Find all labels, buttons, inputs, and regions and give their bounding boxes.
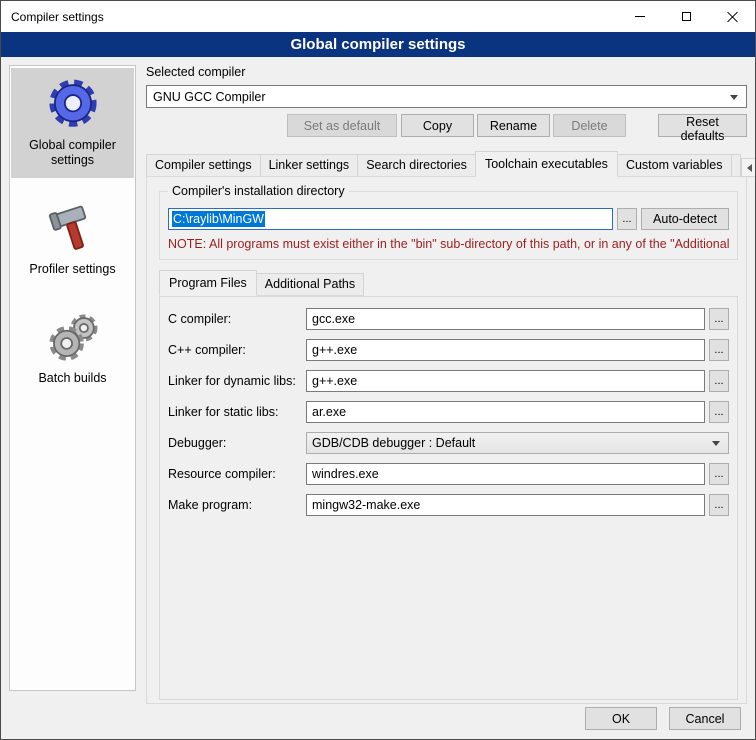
tab-additional-paths[interactable]: Additional Paths: [256, 273, 364, 296]
form-row: Debugger: GDB/CDB debugger : Default: [168, 432, 729, 454]
installation-directory-group-title: Compiler's installation directory: [168, 184, 349, 198]
selected-compiler-value: GNU GCC Compiler: [153, 90, 266, 104]
profiler-tool-icon: [42, 200, 104, 258]
program-files-tabstrip: Program Files Additional Paths: [159, 270, 738, 296]
form-row: Resource compiler: windres.exe ...: [168, 463, 729, 485]
chevron-down-icon: [730, 95, 738, 100]
tab-search-directories[interactable]: Search directories: [357, 154, 476, 177]
close-button[interactable]: [709, 1, 755, 32]
field-value: g++.exe: [312, 374, 357, 388]
compiler-button-row: Set as default Copy Rename Delete Reset …: [146, 114, 747, 137]
dialog-footer: OK Cancel: [585, 707, 741, 730]
field-value: gcc.exe: [312, 312, 355, 326]
sidebar-item-global-compiler-settings[interactable]: Global compiler settings: [11, 68, 134, 178]
sidebar-item-batch-builds[interactable]: Batch builds: [11, 301, 134, 396]
installation-directory-row: C:\raylib\MinGW ... Auto-detect: [168, 208, 729, 230]
debugger-label: Debugger:: [168, 436, 306, 450]
program-files-panel: C compiler: gcc.exe ... C++ compiler: g+…: [159, 296, 738, 700]
browse-c-compiler-button[interactable]: ...: [709, 308, 729, 330]
main-panel: Selected compiler GNU GCC Compiler Set a…: [146, 65, 747, 704]
field-value: g++.exe: [312, 343, 357, 357]
copy-button[interactable]: Copy: [401, 114, 474, 137]
window-title: Compiler settings: [11, 10, 104, 24]
browse-linker-static-button[interactable]: ...: [709, 401, 729, 423]
cpp-compiler-field[interactable]: g++.exe: [306, 339, 705, 361]
resource-compiler-label: Resource compiler:: [168, 467, 306, 481]
debugger-select[interactable]: GDB/CDB debugger : Default: [306, 432, 729, 454]
maximize-icon: [682, 12, 691, 21]
tab-scroll-left-icon: [747, 164, 752, 172]
page-title: Global compiler settings: [1, 32, 755, 57]
tab-toolchain-executables[interactable]: Toolchain executables: [475, 151, 618, 177]
debugger-value: GDB/CDB debugger : Default: [312, 436, 475, 450]
linker-static-field[interactable]: ar.exe: [306, 401, 705, 423]
rename-button[interactable]: Rename: [477, 114, 550, 137]
gray-gears-icon: [42, 309, 104, 367]
sidebar-item-profiler-settings[interactable]: Profiler settings: [11, 192, 134, 287]
make-program-label: Make program:: [168, 498, 306, 512]
bin-subdirectory-note: NOTE: All programs must exist either in …: [168, 237, 729, 251]
maximize-button[interactable]: [663, 1, 709, 32]
selected-compiler-dropdown[interactable]: GNU GCC Compiler: [146, 85, 747, 108]
tab-custom-variables[interactable]: Custom variables: [617, 154, 732, 177]
field-value: windres.exe: [312, 467, 379, 481]
settings-sidebar: Global compiler settings Profiler settin…: [9, 65, 136, 691]
selected-compiler-label: Selected compiler: [146, 65, 747, 81]
installation-directory-input[interactable]: C:\raylib\MinGW: [168, 208, 613, 230]
installation-directory-selected-text: C:\raylib\MinGW: [172, 211, 265, 227]
tab-scroll-left-button[interactable]: [741, 158, 756, 177]
sidebar-item-label: Profiler settings: [13, 262, 132, 277]
delete-button[interactable]: Delete: [553, 114, 626, 137]
browse-directory-button[interactable]: ...: [617, 208, 637, 230]
chevron-down-icon: [712, 441, 720, 446]
tab-scroll-buttons: [740, 158, 756, 177]
sidebar-item-label: Global compiler settings: [13, 138, 132, 168]
close-icon: [726, 11, 738, 23]
auto-detect-button[interactable]: Auto-detect: [641, 208, 729, 230]
browse-linker-dynamic-button[interactable]: ...: [709, 370, 729, 392]
field-value: mingw32-make.exe: [312, 498, 420, 512]
dialog-body: Global compiler settings Profiler settin…: [1, 57, 755, 740]
browse-cpp-compiler-button[interactable]: ...: [709, 339, 729, 361]
tab-compiler-settings[interactable]: Compiler settings: [146, 154, 261, 177]
tab-linker-settings[interactable]: Linker settings: [260, 154, 359, 177]
form-row: Make program: mingw32-make.exe ...: [168, 494, 729, 516]
minimize-button[interactable]: [617, 1, 663, 32]
c-compiler-label: C compiler:: [168, 312, 306, 326]
linker-dynamic-label: Linker for dynamic libs:: [168, 374, 306, 388]
tab-program-files[interactable]: Program Files: [159, 270, 257, 296]
minimize-icon: [635, 16, 645, 17]
cpp-compiler-label: C++ compiler:: [168, 343, 306, 357]
resource-compiler-field[interactable]: windres.exe: [306, 463, 705, 485]
set-as-default-button[interactable]: Set as default: [287, 114, 397, 137]
browse-make-program-button[interactable]: ...: [709, 494, 729, 516]
ok-button[interactable]: OK: [585, 707, 657, 730]
linker-dynamic-field[interactable]: g++.exe: [306, 370, 705, 392]
linker-static-label: Linker for static libs:: [168, 405, 306, 419]
c-compiler-field[interactable]: gcc.exe: [306, 308, 705, 330]
blue-gear-icon: [42, 76, 104, 134]
settings-tabstrip: Compiler settings Linker settings Search…: [146, 151, 747, 177]
browse-resource-compiler-button[interactable]: ...: [709, 463, 729, 485]
cancel-button[interactable]: Cancel: [669, 707, 741, 730]
form-row: C++ compiler: g++.exe ...: [168, 339, 729, 361]
reset-defaults-button[interactable]: Reset defaults: [658, 114, 747, 137]
window-controls: [617, 1, 755, 32]
make-program-field[interactable]: mingw32-make.exe: [306, 494, 705, 516]
form-row: Linker for static libs: ar.exe ...: [168, 401, 729, 423]
titlebar[interactable]: Compiler settings: [1, 1, 755, 32]
toolchain-executables-panel: Compiler's installation directory C:\ray…: [146, 176, 747, 704]
field-value: ar.exe: [312, 405, 346, 419]
compiler-settings-window: Compiler settings Global compiler settin…: [0, 0, 756, 740]
installation-directory-group: Compiler's installation directory C:\ray…: [159, 191, 738, 260]
form-row: Linker for dynamic libs: g++.exe ...: [168, 370, 729, 392]
form-row: C compiler: gcc.exe ...: [168, 308, 729, 330]
sidebar-item-label: Batch builds: [13, 371, 132, 386]
